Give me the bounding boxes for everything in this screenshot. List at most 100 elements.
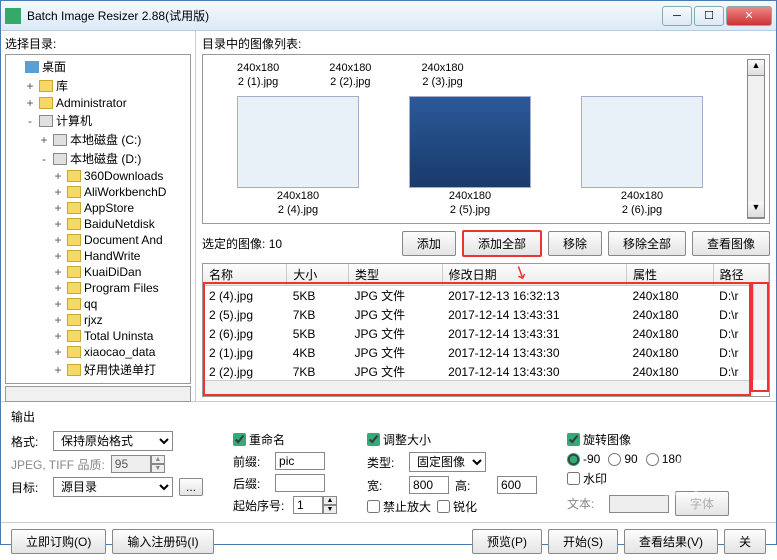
thumbnail-item[interactable]: 240x1802 (3).jpg — [421, 62, 463, 88]
tree-toggle-icon[interactable]: + — [38, 133, 50, 147]
resize-type-select[interactable]: 固定图像 — [409, 452, 486, 472]
resize-checkbox[interactable] — [367, 433, 380, 446]
watermark-checkbox[interactable] — [567, 472, 580, 485]
sharpen-checkbox[interactable] — [437, 500, 450, 513]
tree-item[interactable]: +360Downloads — [6, 168, 190, 184]
tree-toggle-icon[interactable]: + — [52, 363, 64, 377]
tree-item[interactable]: +本地磁盘 (C:) — [6, 130, 190, 149]
close-button[interactable]: ✕ — [726, 6, 772, 26]
tree-toggle-icon[interactable]: + — [52, 249, 64, 263]
thumbnail-item[interactable]: 240x1802 (4).jpg — [237, 96, 359, 216]
tree-item[interactable]: +Document And — [6, 232, 190, 248]
startnum-input[interactable] — [293, 496, 323, 514]
tree-item[interactable]: +rjxz — [6, 312, 190, 328]
tree-item[interactable]: +AppStore — [6, 200, 190, 216]
column-header[interactable]: 类型 — [348, 264, 442, 286]
tree-item[interactable]: +AliWorkbenchD — [6, 184, 190, 200]
tree-toggle-icon[interactable]: + — [24, 96, 36, 110]
table-h-scrollbar[interactable] — [203, 380, 753, 396]
thumbs-scrollbar[interactable]: ▲ ▼ — [747, 59, 765, 219]
tree-toggle-icon[interactable]: + — [52, 313, 64, 327]
add-button[interactable]: 添加 — [402, 231, 456, 256]
tree-toggle-icon[interactable]: + — [52, 382, 64, 385]
prefix-input[interactable] — [275, 452, 325, 470]
thumbnail-item[interactable]: 240x1802 (5).jpg — [409, 96, 531, 216]
tree-toggle-icon[interactable]: + — [52, 185, 64, 199]
order-button[interactable]: 立即订购(O) — [11, 529, 106, 554]
rename-checkbox[interactable] — [233, 433, 246, 446]
quality-input[interactable] — [111, 455, 151, 473]
font-button[interactable]: 字体 — [675, 491, 729, 516]
start-button[interactable]: 开始(S) — [548, 529, 618, 554]
viewresult-button[interactable]: 查看结果(V) — [624, 529, 718, 554]
spin-up-icon[interactable]: ▲ — [151, 455, 165, 464]
tree-toggle-icon[interactable]: + — [52, 233, 64, 247]
browse-button[interactable]: ... — [179, 478, 203, 496]
regcode-button[interactable]: 输入注册码(I) — [112, 529, 213, 554]
tree-item[interactable]: +KuaiDiDan — [6, 264, 190, 280]
format-select[interactable]: 保持原始格式 — [53, 431, 173, 451]
tree-toggle-icon[interactable]: + — [24, 79, 36, 93]
tree-item[interactable]: 桌面 — [6, 57, 190, 76]
tree-item[interactable]: +Administrator — [6, 95, 190, 111]
view-image-button[interactable]: 查看图像 — [692, 231, 770, 256]
tree-toggle-icon[interactable]: + — [52, 217, 64, 231]
table-row[interactable]: 2 (6).jpg5KBJPG 文件2017-12-14 13:43:31240… — [203, 324, 769, 343]
tree-toggle-icon[interactable]: - — [38, 152, 50, 166]
tree-item[interactable]: +好用快递单打 — [6, 360, 190, 379]
rotate-checkbox[interactable] — [567, 433, 580, 446]
watermark-text-input[interactable] — [609, 495, 669, 513]
file-table[interactable]: ↘ 名称大小类型修改日期属性路径 2 (4).jpg5KBJPG 文件2017-… — [202, 263, 770, 397]
noenlarge-checkbox[interactable] — [367, 500, 380, 513]
tree-item[interactable]: +BaiduNetdisk — [6, 216, 190, 232]
height-input[interactable] — [497, 476, 537, 494]
table-row[interactable]: 2 (1).jpg4KBJPG 文件2017-12-14 13:43:30240… — [203, 343, 769, 362]
tree-item[interactable]: -本地磁盘 (D:) — [6, 149, 190, 168]
tree-toggle-icon[interactable]: + — [52, 169, 64, 183]
table-row[interactable]: 2 (4).jpg5KBJPG 文件2017-12-13 16:32:13240… — [203, 286, 769, 306]
tree-toggle-icon[interactable]: + — [52, 297, 64, 311]
column-header[interactable]: 大小 — [287, 264, 349, 286]
thumbnail-item[interactable]: 240x1802 (6).jpg — [581, 96, 703, 216]
table-v-scrollbar[interactable] — [753, 282, 769, 380]
tree-toggle-icon[interactable]: + — [52, 281, 64, 295]
thumbnail-item[interactable]: 240x1802 (1).jpg — [237, 62, 279, 88]
table-row[interactable]: 2 (2).jpg7KBJPG 文件2017-12-14 13:43:30240… — [203, 362, 769, 381]
remove-all-button[interactable]: 移除全部 — [608, 231, 686, 256]
tree-h-scrollbar[interactable] — [5, 386, 191, 402]
maximize-button[interactable]: ☐ — [694, 6, 724, 26]
rotate-n90-radio[interactable] — [567, 453, 580, 466]
target-select[interactable]: 源目录 — [53, 477, 173, 497]
suffix-input[interactable] — [275, 474, 325, 492]
column-header[interactable]: 名称 — [203, 264, 287, 286]
tree-toggle-icon[interactable]: + — [52, 201, 64, 215]
tree-item[interactable]: +用户目录 — [6, 379, 190, 384]
tree-item[interactable]: +Total Uninsta — [6, 328, 190, 344]
tree-item[interactable]: +xiaocao_data — [6, 344, 190, 360]
rotate-180-radio[interactable] — [646, 453, 659, 466]
add-all-button[interactable]: 添加全部 — [462, 230, 542, 257]
tree-item[interactable]: -计算机 — [6, 111, 190, 130]
minimize-button[interactable]: ─ — [662, 6, 692, 26]
tree-item[interactable]: +库 — [6, 76, 190, 95]
rotate-90-radio[interactable] — [608, 453, 621, 466]
tree-item[interactable]: +qq — [6, 296, 190, 312]
tree-toggle-icon[interactable]: + — [52, 345, 64, 359]
thumbnail-item[interactable]: 240x1802 (2).jpg — [329, 62, 371, 88]
table-row[interactable]: 2 (5).jpg7KBJPG 文件2017-12-14 13:43:31240… — [203, 305, 769, 324]
column-header[interactable]: 修改日期 — [442, 264, 626, 286]
close-app-button[interactable]: 关 — [724, 529, 766, 554]
tree-toggle-icon[interactable]: + — [52, 265, 64, 279]
tree-item[interactable]: +HandWrite — [6, 248, 190, 264]
column-header[interactable]: 属性 — [626, 264, 713, 286]
spin-down-icon[interactable]: ▼ — [151, 464, 165, 473]
tree-toggle-icon[interactable]: - — [24, 114, 36, 128]
tree-item[interactable]: +Program Files — [6, 280, 190, 296]
scroll-up-icon[interactable]: ▲ — [748, 60, 764, 76]
width-input[interactable] — [409, 476, 449, 494]
directory-tree[interactable]: 桌面+库+Administrator-计算机+本地磁盘 (C:)-本地磁盘 (D… — [5, 54, 191, 384]
scroll-down-icon[interactable]: ▼ — [748, 202, 764, 218]
tree-toggle-icon[interactable]: + — [52, 329, 64, 343]
remove-button[interactable]: 移除 — [548, 231, 602, 256]
preview-button[interactable]: 预览(P) — [472, 529, 542, 554]
